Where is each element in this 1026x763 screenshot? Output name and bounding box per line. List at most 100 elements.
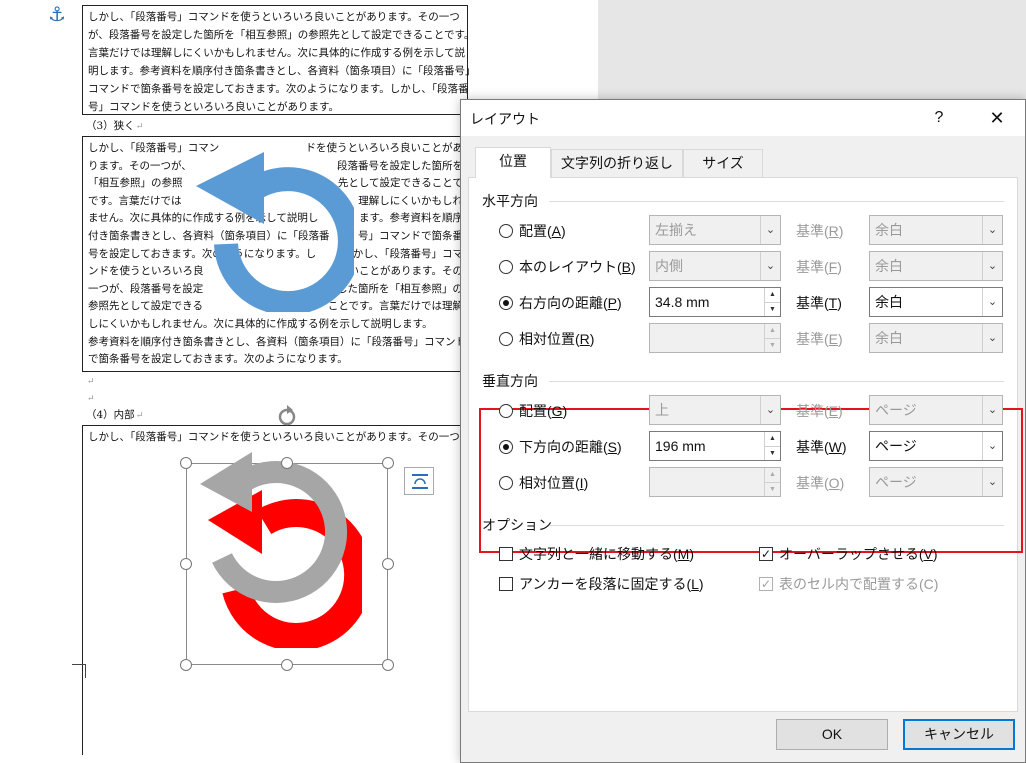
- tab-size[interactable]: サイズ: [683, 149, 763, 177]
- chevron-down-icon[interactable]: ⌄: [982, 288, 1002, 316]
- heading-3: （3）狭く↵: [86, 120, 144, 132]
- value-spinner[interactable]: 196 mm ▲ ▼: [649, 431, 781, 461]
- base-label: 基準(E): [796, 403, 843, 419]
- resize-handle-bottom-right[interactable]: [382, 659, 394, 671]
- ok-button[interactable]: OK: [776, 719, 888, 750]
- radio-vertical-2[interactable]: 相対位置(I): [499, 473, 588, 493]
- base-dropdown[interactable]: 余白 ⌄: [869, 251, 1003, 281]
- resize-handle-bottom[interactable]: [281, 659, 293, 671]
- paragraph-1-line: 言葉だけでは理解しにくいかもしれません。次に具体的に作成する例を示して説: [88, 47, 466, 59]
- rotate-handle-icon[interactable]: [277, 405, 297, 427]
- paragraph-1-line: 明します。参考資料を順序付き箇条書きとし、各資料（箇条項目）に「段落番号」: [88, 65, 476, 77]
- paragraph-2-line-right: 先として設定できることで: [337, 177, 463, 190]
- base-dropdown[interactable]: 余白 ⌄: [869, 287, 1003, 317]
- anchor-icon[interactable]: ⚓: [48, 4, 66, 24]
- chevron-down-icon[interactable]: ⌄: [982, 216, 1002, 244]
- value-dropdown[interactable]: 左揃え ⌄: [649, 215, 781, 245]
- chevron-down-icon[interactable]: ⌄: [982, 468, 1002, 496]
- paragraph-1-line: 号」コマンドを使うといろいろ良いことがあります。: [88, 101, 339, 113]
- chevron-down-icon[interactable]: ⌄: [982, 396, 1002, 424]
- radio-vertical-0[interactable]: 配置(G): [499, 401, 567, 421]
- horizontal-group-label: 水平方向: [482, 193, 538, 209]
- lock-anchor-checkbox[interactable]: アンカーを段落に固定する(L): [499, 574, 704, 594]
- blue-rotate-arrow-shape[interactable]: [196, 152, 354, 312]
- value-dropdown[interactable]: 内側 ⌄: [649, 251, 781, 281]
- tab-position[interactable]: 位置: [475, 147, 551, 178]
- paragraph-2-line-right: した箇所を「相互参照」の: [337, 282, 463, 295]
- paragraph-2-line-right: 号」コマンドで箇条番: [358, 230, 463, 242]
- chevron-down-icon[interactable]: ⌄: [982, 252, 1002, 280]
- spin-down-icon[interactable]: ▼: [765, 482, 780, 496]
- resize-handle-top-left[interactable]: [180, 457, 192, 469]
- paragraph-1-line: が、段落番号を設定した箇所を「相互参照」の参照先として設定できることです。: [88, 29, 475, 41]
- resize-handle-top[interactable]: [281, 457, 293, 469]
- base-dropdown[interactable]: 余白 ⌄: [869, 323, 1003, 353]
- base-dropdown[interactable]: ページ ⌄: [869, 431, 1003, 461]
- dialog-title: レイアウト: [470, 111, 540, 127]
- tab-panel-position: 水平方向 配置(A) 左揃え ⌄ 基準(R) 余白 ⌄ 本のレイアウト(B) 内側 ⌄ 基準(F)…: [468, 177, 1023, 712]
- layout-in-cell-check[interactable]: ✓: [759, 577, 773, 591]
- lock-anchor-check[interactable]: [499, 577, 513, 591]
- radio-vertical-1[interactable]: 下方向の距離(S): [499, 437, 622, 457]
- radio-horizontal-1[interactable]: 本のレイアウト(B): [499, 257, 636, 277]
- base-dropdown[interactable]: ページ ⌄: [869, 467, 1003, 497]
- allow-overlap-check[interactable]: ✓: [759, 547, 773, 561]
- paragraph-2-line-left: ります。その一つが、: [88, 159, 192, 172]
- options-group-label: オプション: [482, 517, 552, 533]
- base-label: 基準(E): [796, 331, 843, 347]
- paragraph-2-line-right: 段落番号を設定した箇所を: [337, 159, 463, 172]
- chevron-down-icon[interactable]: ⌄: [760, 252, 780, 280]
- allow-overlap-checkbox[interactable]: ✓ オーバーラップさせる(V): [759, 544, 938, 564]
- spin-up-icon[interactable]: ▲: [765, 468, 780, 482]
- layout-in-cell-checkbox[interactable]: ✓ 表のセル内で配置する(C): [759, 574, 938, 594]
- close-button[interactable]: ✕: [985, 106, 1009, 130]
- chevron-down-icon[interactable]: ⌄: [760, 216, 780, 244]
- cancel-button[interactable]: キャンセル: [903, 719, 1015, 750]
- spin-up-icon[interactable]: ▲: [765, 288, 780, 302]
- chevron-down-icon[interactable]: ⌄: [760, 396, 780, 424]
- paragraph-2-line-left: ンドを使うといろいろ良: [88, 265, 204, 278]
- radio-button[interactable]: [499, 332, 513, 346]
- resize-handle-top-right[interactable]: [382, 457, 394, 469]
- paragraph-2-line-right: 理解しにくいかもしれ: [358, 194, 463, 207]
- move-with-text-checkbox[interactable]: 文字列と一緒に移動する(M): [499, 544, 694, 564]
- value-dropdown[interactable]: 上 ⌄: [649, 395, 781, 425]
- spin-up-icon[interactable]: ▲: [765, 324, 780, 338]
- radio-button[interactable]: [499, 440, 513, 454]
- base-label: 基準(R): [796, 223, 844, 239]
- move-with-text-check[interactable]: [499, 547, 513, 561]
- radio-button[interactable]: [499, 296, 513, 310]
- spin-down-icon[interactable]: ▼: [765, 446, 780, 460]
- base-label: 基準(W): [796, 439, 847, 455]
- value-spinner[interactable]: ▲ ▼: [649, 467, 781, 497]
- spin-down-icon[interactable]: ▼: [765, 302, 780, 316]
- paragraph-2-line-right: かし、「段落番号」コマ: [352, 247, 463, 260]
- value-spinner[interactable]: ▲ ▼: [649, 323, 781, 353]
- resize-handle-right[interactable]: [382, 558, 394, 570]
- tab-text-wrapping[interactable]: 文字列の折り返し: [551, 149, 683, 177]
- radio-button[interactable]: [499, 224, 513, 238]
- chevron-down-icon[interactable]: ⌄: [982, 324, 1002, 352]
- gray-rotate-arrow-shape[interactable]: [196, 446, 356, 616]
- dialog-body: 位置 文字列の折り返し サイズ 水平方向 配置(A) 左揃え ⌄ 基準(R) 余白 ⌄ 本の…: [461, 136, 1025, 762]
- spin-down-icon[interactable]: ▼: [765, 338, 780, 352]
- value-spinner[interactable]: 34.8 mm ▲ ▼: [649, 287, 781, 317]
- radio-horizontal-0[interactable]: 配置(A): [499, 221, 566, 241]
- spin-up-icon[interactable]: ▲: [765, 432, 780, 446]
- resize-handle-bottom-left[interactable]: [180, 659, 192, 671]
- resize-handle-left[interactable]: [180, 558, 192, 570]
- help-button[interactable]: ?: [927, 106, 951, 130]
- paragraph-2-line-left: です。言葉だけでは: [88, 194, 182, 207]
- base-dropdown[interactable]: ページ ⌄: [869, 395, 1003, 425]
- paragraph-2-line-left: 一つが、段落番号を設定: [88, 282, 204, 295]
- radio-horizontal-3[interactable]: 相対位置(R): [499, 329, 594, 349]
- vertical-group-divider: [549, 381, 1004, 382]
- layout-options-button[interactable]: [404, 467, 434, 495]
- text-box-paragraph-1[interactable]: しかし、「段落番号」コマンドを使うといろいろ良いことがあります。その一つ が、段落…: [82, 5, 475, 115]
- radio-button[interactable]: [499, 476, 513, 490]
- radio-button[interactable]: [499, 404, 513, 418]
- base-dropdown[interactable]: 余白 ⌄: [869, 215, 1003, 245]
- radio-horizontal-2[interactable]: 右方向の距離(P): [499, 293, 622, 313]
- radio-button[interactable]: [499, 260, 513, 274]
- chevron-down-icon[interactable]: ⌄: [982, 432, 1002, 460]
